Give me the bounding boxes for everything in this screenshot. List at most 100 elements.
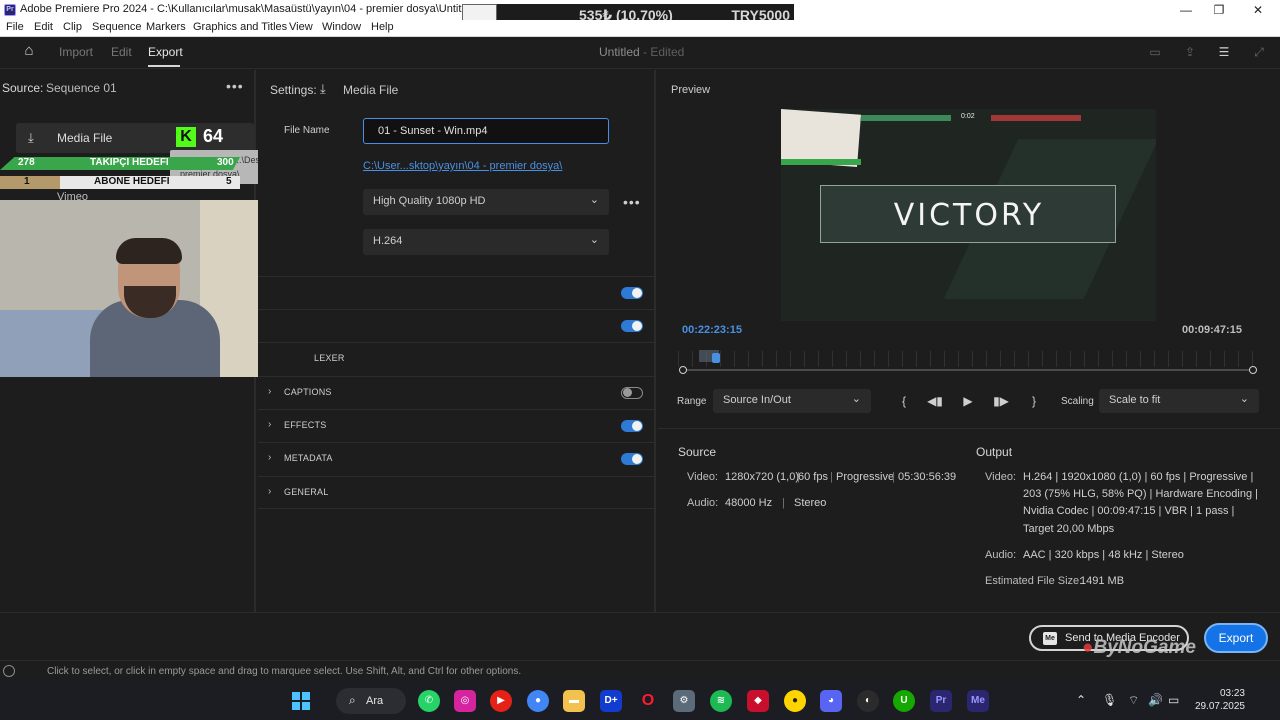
play-icon[interactable]: ▶ [959,392,977,410]
tab-import[interactable]: Import [59,45,93,59]
source-audio-label: Audio: [687,497,719,509]
scaling-dropdown[interactable]: Scale to fit ⌄ [1099,389,1259,413]
status-bar: Click to select, or click in empty space… [0,660,1280,682]
section-general[interactable]: › GENERAL [258,476,656,509]
menu-markers[interactable]: Markers [146,21,186,33]
preset-dropdown[interactable]: High Quality 1080p HD ⌄ [363,189,609,215]
estimated-size-value: 1491 MB [1080,575,1125,587]
workspaces-icon[interactable]: ☰ [1217,45,1231,59]
volume-icon[interactable]: 🔊 [1148,693,1163,707]
microphone-icon[interactable]: 🎙 [1102,693,1117,707]
taskbar-clock[interactable]: 03:23 29.07.2025 [1187,687,1245,713]
timeline-track[interactable] [683,369,1253,371]
file-name-input[interactable] [363,118,609,144]
kick-logo-icon: K [176,127,196,147]
instagram-icon[interactable]: ◎ [454,690,476,712]
sub-goal-label: ABONE HEDEFI [94,176,170,187]
menu-edit[interactable]: Edit [34,21,53,33]
set-out-icon[interactable]: } [1025,392,1043,410]
location-link[interactable]: C:\User...sktop\yayın\04 - premier dosya… [363,160,562,172]
export-button[interactable]: Export [1204,623,1268,653]
wifi-icon[interactable]: ⌔ [1128,693,1139,708]
follower-goal-target: 300 [217,157,234,168]
media-encoder-icon: Me [1043,632,1057,645]
output-video-label: Video: [985,471,1016,483]
close-button[interactable]: ✕ [1248,2,1268,18]
current-timecode[interactable]: 00:22:23:15 [682,324,742,336]
premiere-icon[interactable]: Pr [930,690,952,712]
output-video-line: Target 20,00 Mbps [1023,523,1115,535]
in-point-handle[interactable] [679,366,687,374]
chevron-right-icon: › [268,386,272,397]
media-encoder-icon[interactable]: Me [967,690,989,712]
upwork-icon[interactable]: U [893,690,915,712]
tab-edit[interactable]: Edit [111,45,132,59]
chrome-icon[interactable]: ● [527,690,549,712]
start-icon[interactable] [292,692,310,710]
section-metadata[interactable]: › METADATA [258,442,656,475]
share-icon[interactable]: ⇪ [1183,45,1197,59]
menu-help[interactable]: Help [371,21,394,33]
file-explorer-icon[interactable]: ▬ [563,690,585,712]
youtube-icon[interactable]: ▶ [490,690,512,712]
disney-plus-icon[interactable]: D+ [600,690,622,712]
duration-timecode: 00:09:47:15 [1182,324,1242,336]
follower-goal-current: 278 [18,157,35,168]
range-label: Range [677,396,707,407]
section-toggle[interactable] [621,320,643,332]
opera-icon[interactable]: O [637,690,659,712]
section-row[interactable] [258,309,656,342]
sub-goal-current: 1 [24,176,30,187]
active-tab-indicator [148,65,180,67]
section-effects[interactable]: › EFFECTS [258,409,656,442]
metadata-toggle[interactable] [621,453,643,465]
taskbar-search[interactable]: ⌕ Ara [336,688,406,714]
minimize-button[interactable]: — [1176,2,1196,18]
menu-view[interactable]: View [289,21,313,33]
out-point-handle[interactable] [1249,366,1257,374]
effects-toggle[interactable] [621,420,643,432]
menu-clip[interactable]: Clip [63,21,82,33]
section-toggle[interactable] [621,287,643,299]
step-back-icon[interactable]: ◀▮ [926,392,944,410]
clock-date: 29.07.2025 [1194,701,1245,712]
whatsapp-icon[interactable]: ✆ [418,690,440,712]
menu-sequence[interactable]: Sequence [92,21,142,33]
settings-icon[interactable]: ⚙ [673,690,695,712]
tab-export[interactable]: Export [148,45,183,59]
captions-toggle[interactable] [621,387,643,399]
preset-more-icon[interactable]: ••• [623,194,641,210]
app-badge-icon[interactable]: ● [784,690,806,712]
discord-icon[interactable]: ◕ [820,690,842,712]
app-dark-icon[interactable]: ◐ [857,690,879,712]
menu-window[interactable]: Window [322,21,361,33]
range-value: Source In/Out [723,394,791,406]
menu-file[interactable]: File [6,21,24,33]
set-in-icon[interactable]: { [895,392,913,410]
destination-label: Media File [57,131,113,145]
quick-export-icon[interactable]: ▭ [1148,45,1162,59]
output-video-line: H.264 | 1920x1080 (1,0) | 60 fps | Progr… [1023,471,1254,483]
spotify-icon[interactable]: ≋ [710,690,732,712]
section-row[interactable] [258,276,656,309]
watermark: ●ByNoGame [1082,637,1196,658]
estimated-size-label: Estimated File Size: [985,575,1083,587]
section-captions[interactable]: › CAPTIONS [258,376,656,409]
tray-expand-icon[interactable]: ⌃ [1076,693,1086,707]
step-forward-icon[interactable]: ▮▶ [992,392,1010,410]
status-text: Click to select, or click in empty space… [47,666,522,677]
playhead[interactable] [712,353,720,363]
battery-icon[interactable]: ▭ [1168,693,1179,707]
format-dropdown[interactable]: H.264 ⌄ [363,229,609,255]
source-more-icon[interactable]: ••• [226,78,244,94]
section-multiplexer[interactable]: LEXER [258,342,656,375]
file-name-label: File Name [284,125,330,136]
menu-graphics-and-titles[interactable]: Graphics and Titles [193,21,287,33]
home-icon[interactable]: ⌂ [22,43,36,58]
source-sequence[interactable]: Sequence 01 [46,81,117,95]
section-name: CAPTIONS [284,387,332,397]
app-red-icon[interactable]: ◆ [747,690,769,712]
range-dropdown[interactable]: Source In/Out ⌄ [713,389,871,413]
fullscreen-icon[interactable]: ⤢ [1252,45,1266,59]
maximize-button[interactable]: ❐ [1209,2,1229,18]
